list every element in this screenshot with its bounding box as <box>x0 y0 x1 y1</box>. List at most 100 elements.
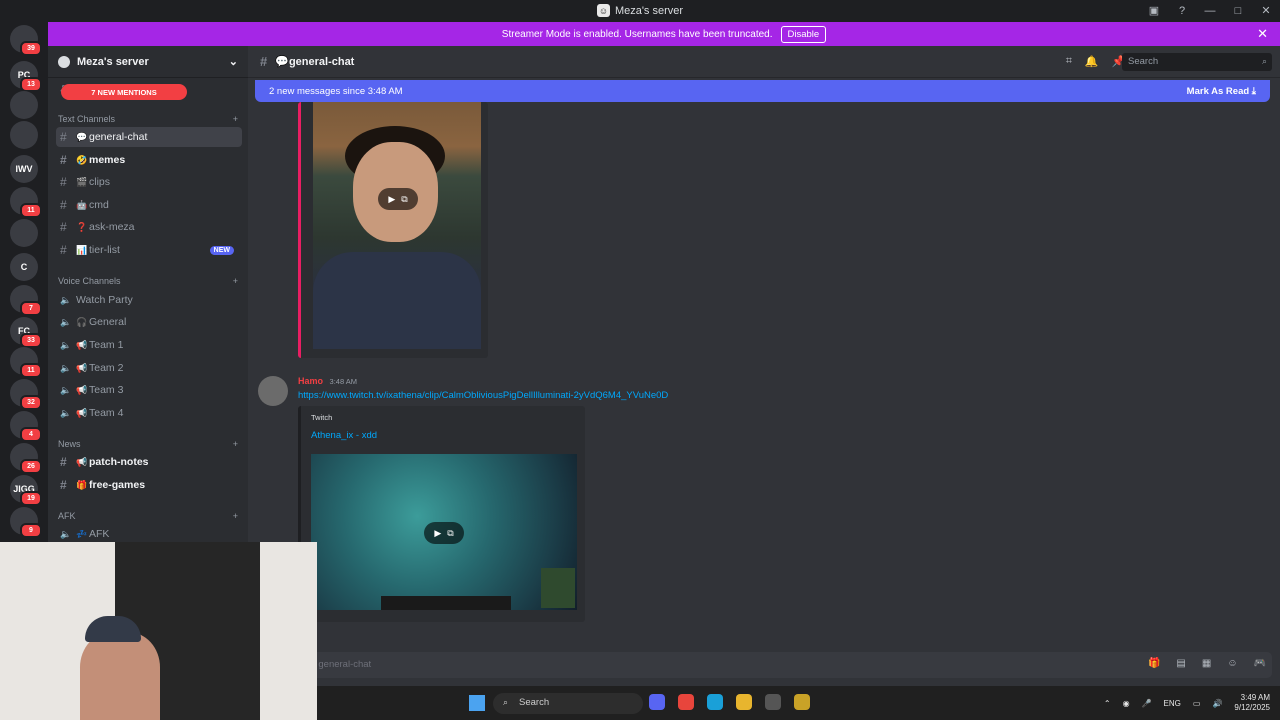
clip-play-button[interactable]: ▶ ⧉ <box>424 522 464 544</box>
chat-area: # 💬 general-chat ⌗ 🔔 📌 👥 Search ⌕ 2 new … <box>248 46 1280 686</box>
windows-start-icon[interactable] <box>469 695 485 711</box>
channel-item[interactable]: 🔈 🎧 General <box>56 312 242 332</box>
discord-app-icon[interactable] <box>649 694 665 710</box>
volume-icon[interactable]: 🔊 <box>1212 699 1222 708</box>
server-icon-9[interactable]: FC 33 <box>10 317 42 348</box>
maximize-button[interactable]: □ <box>1224 5 1252 17</box>
window-controls: ▣ ? — □ ✕ <box>1140 0 1280 21</box>
server-icon-6[interactable] <box>10 219 38 247</box>
network-icon[interactable]: ▭ <box>1193 699 1201 708</box>
server-badge: 33 <box>20 333 42 348</box>
channel-item[interactable]: 🔈 📢 Team 1 <box>56 335 242 355</box>
server-icon-8[interactable]: 7 <box>10 285 42 316</box>
channel-item[interactable]: # 🤖 cmd <box>56 195 242 215</box>
message-author[interactable]: Hamo <box>298 376 323 386</box>
channel-item[interactable]: 🔈 📢 Team 3 <box>56 380 242 400</box>
channel-item[interactable]: # 🎬 clips <box>56 172 242 192</box>
emoji-icon[interactable]: ☺ <box>1227 658 1237 669</box>
channel-item[interactable]: 🔈 📢 Team 2 <box>56 358 242 378</box>
add-channel-icon[interactable]: + <box>233 114 238 124</box>
server-icon-3[interactable] <box>10 121 38 149</box>
twitch-embed: Twitch Athena_ix - xdd ▶ ⧉ <box>298 406 585 622</box>
add-channel-icon[interactable]: + <box>233 439 238 449</box>
clock-date: 9/12/2025 <box>1234 703 1270 712</box>
speaker-icon: 🔈 <box>60 384 72 395</box>
server-icon-2[interactable] <box>10 91 38 119</box>
minimize-button[interactable]: — <box>1196 5 1224 17</box>
category-text[interactable]: Text Channels + <box>58 114 238 124</box>
settings-app-icon[interactable] <box>765 694 781 710</box>
edge-app-icon[interactable] <box>707 694 723 710</box>
new-messages-text: 2 new messages since 3:48 AM <box>269 85 403 97</box>
chevron-up-icon[interactable]: ⌃ <box>1104 699 1111 708</box>
channel-name: ask-meza <box>89 221 135 233</box>
webcam-overlay <box>0 542 317 720</box>
taskbar-search[interactable]: ⌕ Search <box>493 693 643 714</box>
folder-app-icon[interactable] <box>736 694 752 710</box>
chrome-app-icon[interactable] <box>678 694 694 710</box>
server-icon-10[interactable]: 11 <box>10 347 42 378</box>
channel-name: AFK <box>89 528 110 540</box>
server-icon-7[interactable]: C <box>10 253 38 281</box>
embed-title[interactable]: Athena_ix - xdd <box>311 430 377 441</box>
server-badge: 13 <box>20 77 42 92</box>
search-input[interactable]: Search ⌕ <box>1122 53 1272 71</box>
channel-emoji-icon: 📢 <box>76 456 88 467</box>
bell-icon[interactable]: 🔔 <box>1085 55 1099 68</box>
channel-item[interactable]: # 📊 tier-list NEW <box>56 240 242 260</box>
system-tray: ⌃ ◉ 🎤 ENG ▭ 🔊 3:49 AM 9/12/2025 <box>1104 693 1270 713</box>
inbox-icon[interactable]: ▣ <box>1140 4 1168 17</box>
avatar[interactable] <box>258 376 288 406</box>
server-icon-4[interactable]: IWV <box>10 155 38 183</box>
channel-item[interactable]: # 📢 patch-notes <box>56 452 242 472</box>
server-icon-5[interactable]: 11 <box>10 187 42 218</box>
server-header[interactable]: Meza's server ⌄ <box>48 46 248 78</box>
server-icon-14[interactable]: JIGG 19 <box>10 475 42 506</box>
language-indicator[interactable]: ENG <box>1164 699 1181 708</box>
close-window-button[interactable]: ✕ <box>1252 4 1280 17</box>
external-link-icon: ⧉ <box>447 527 454 538</box>
hash-icon: # <box>60 455 67 469</box>
apps-icon[interactable]: 🎮 <box>1254 658 1266 669</box>
server-icon-1[interactable]: PC 13 <box>10 61 42 92</box>
play-button[interactable]: ▶ ⧉ <box>378 188 418 210</box>
category-news[interactable]: News + <box>58 439 238 449</box>
close-icon[interactable]: ✕ <box>1257 26 1268 42</box>
tray-discord-icon[interactable]: ◉ <box>1123 699 1130 708</box>
server-badge: 11 <box>20 363 42 378</box>
channel-item[interactable]: # 🤣 memes <box>56 150 242 170</box>
gif-icon[interactable]: ▤ <box>1176 658 1185 669</box>
channel-item[interactable]: 🔈 💤 AFK <box>56 524 242 544</box>
message-link[interactable]: https://www.twitch.tv/ixathena/clip/Calm… <box>298 390 668 401</box>
category-voice[interactable]: Voice Channels + <box>58 276 238 286</box>
gift-icon[interactable]: 🎁 <box>1148 658 1160 669</box>
channel-item[interactable]: # ❓ ask-meza <box>56 217 242 237</box>
add-channel-icon[interactable]: + <box>233 511 238 521</box>
add-channel-icon[interactable]: + <box>233 276 238 286</box>
new-mentions-pill[interactable]: 7 NEW MENTIONS <box>61 84 187 100</box>
help-icon[interactable]: ? <box>1168 5 1196 17</box>
mark-as-read-button[interactable]: Mark As Read ⤓ <box>1187 86 1256 97</box>
category-afk[interactable]: AFK + <box>58 511 238 521</box>
server-icon-12[interactable]: 4 <box>10 411 42 442</box>
server-icon-13[interactable]: 26 <box>10 443 42 474</box>
threads-icon[interactable]: ⌗ <box>1066 55 1072 68</box>
video-thumbnail[interactable]: ▶ ⧉ <box>313 102 481 349</box>
new-messages-bar[interactable]: 2 new messages since 3:48 AM Mark As Rea… <box>255 80 1270 102</box>
channel-item[interactable]: # 💬 general-chat <box>56 127 242 147</box>
clip-thumbnail[interactable]: ▶ ⧉ <box>311 454 577 610</box>
sticker-icon[interactable]: ▦ <box>1202 658 1211 669</box>
message-input[interactable]: ssage # 💬 general-chat <box>256 652 1272 678</box>
server-icon-11[interactable]: 32 <box>10 379 42 410</box>
microphone-icon[interactable]: 🎤 <box>1142 699 1152 708</box>
clock[interactable]: 3:49 AM 9/12/2025 <box>1234 693 1270 713</box>
channel-emoji-icon: 🎧 <box>76 316 88 327</box>
taskbar-search-label: Search <box>519 697 550 708</box>
server-icon-15[interactable]: 9 <box>10 507 42 538</box>
game-app-icon[interactable] <box>794 694 810 710</box>
channel-item[interactable]: 🔈 Watch Party <box>56 290 242 310</box>
channel-item[interactable]: # 🎁 free-games <box>56 475 242 495</box>
channel-item[interactable]: 🔈 📢 Team 4 <box>56 403 242 423</box>
disable-button[interactable]: Disable <box>780 25 827 43</box>
server-icon-0[interactable]: 39 <box>10 25 42 56</box>
